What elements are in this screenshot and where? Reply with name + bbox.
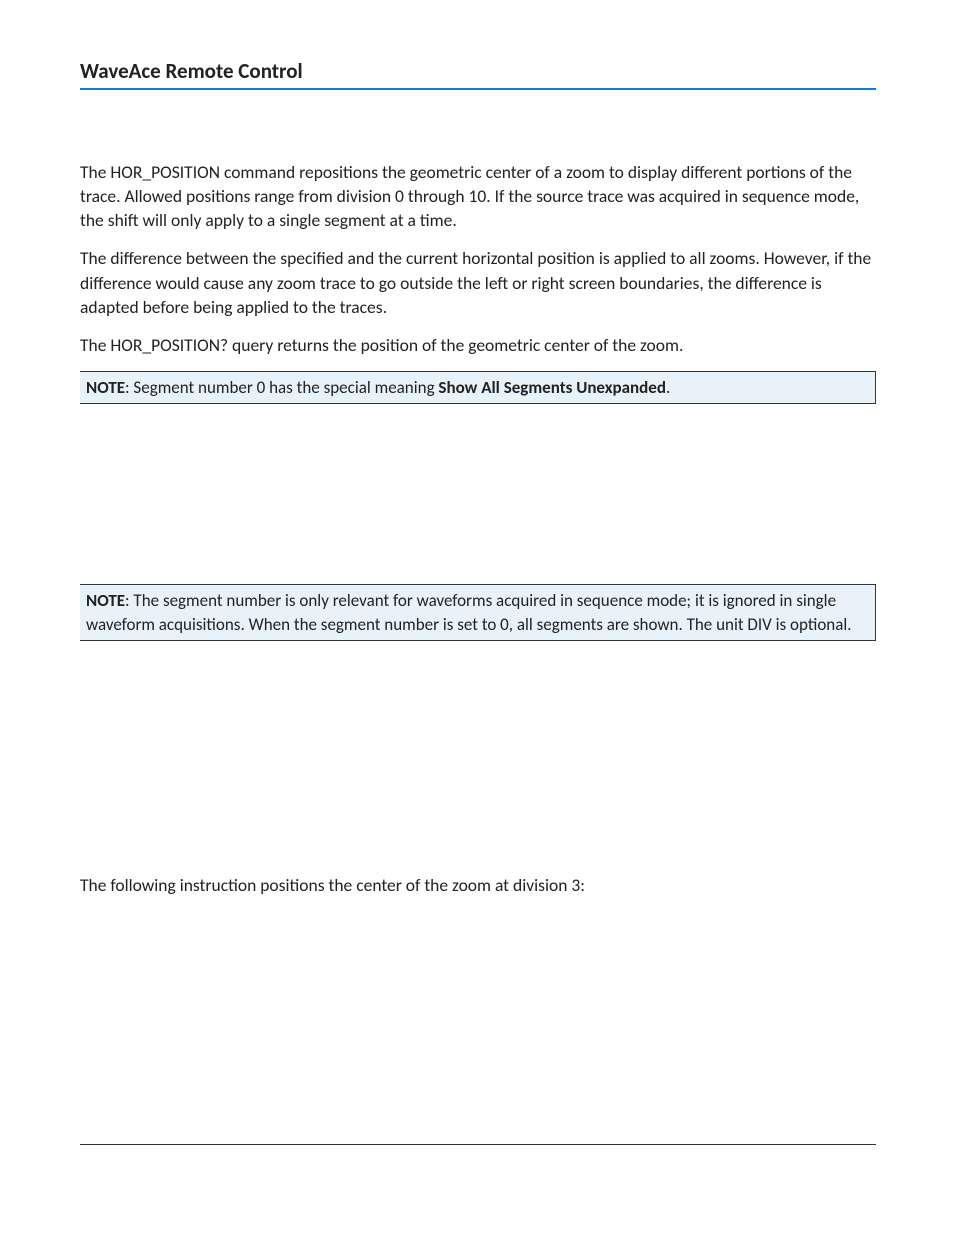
note-text-after: . [666, 377, 670, 398]
note-box-1: NOTE: Segment number 0 has the special m… [80, 371, 876, 404]
note-text: : The segment number is only relevant fo… [86, 590, 852, 634]
note-text-before: : Segment number 0 has the special meani… [125, 377, 438, 398]
note-label: NOTE [86, 377, 125, 398]
paragraph-2: The difference between the specified and… [80, 246, 876, 318]
note-strong-text: Show All Segments Unexpanded [438, 377, 666, 398]
spacer [80, 404, 876, 576]
page-header-title: WaveAce Remote Control [80, 58, 876, 88]
footer-divider [80, 1144, 876, 1145]
note-label: NOTE [86, 590, 125, 611]
header-divider [80, 88, 876, 90]
paragraph-3: The HOR_POSITION? query returns the posi… [80, 333, 876, 357]
spacer [80, 641, 876, 873]
paragraph-1: The HOR_POSITION command repositions the… [80, 160, 876, 232]
paragraph-4: The following instruction positions the … [80, 873, 876, 897]
document-page: WaveAce Remote Control The HOR_POSITION … [0, 0, 954, 1235]
note-box-2: NOTE: The segment number is only relevan… [80, 584, 876, 641]
